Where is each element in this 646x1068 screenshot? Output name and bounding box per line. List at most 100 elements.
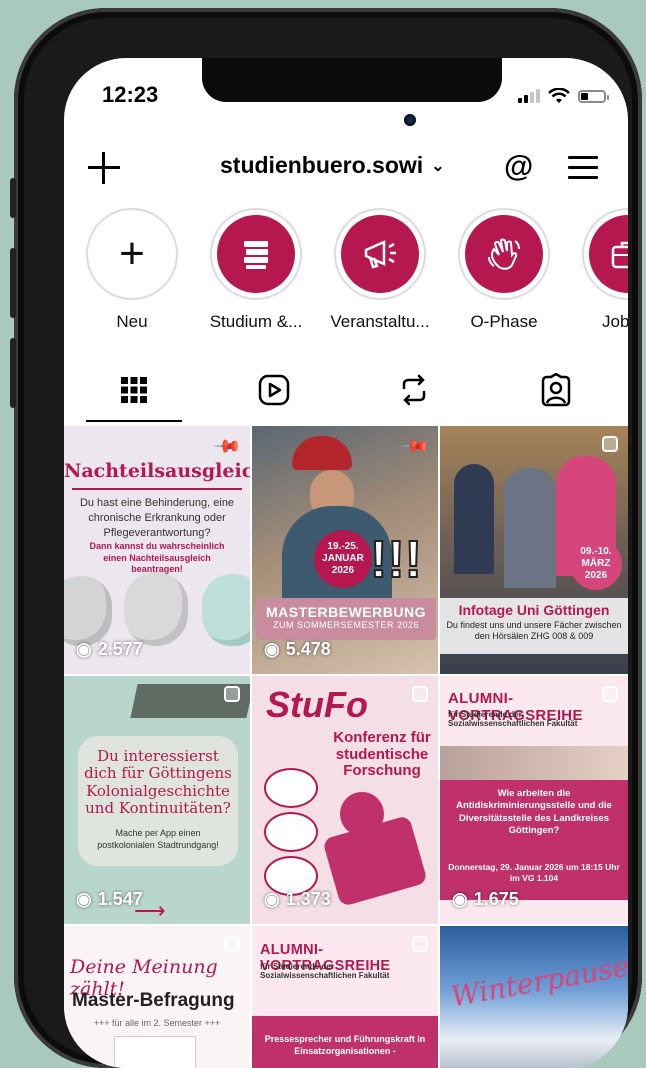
highlight-label: Neu (116, 312, 148, 331)
info-bubble (264, 768, 318, 808)
multi-post-icon (224, 936, 240, 952)
post-text: Wie arbeiten die Antidiskriminierungsste… (456, 788, 612, 837)
content-box: Wie arbeiten die Antidiskriminierungsste… (440, 780, 628, 900)
status-icons (518, 88, 609, 104)
date-badge: 09.-10. MÄRZ 2026 (570, 538, 622, 590)
post-text: Du findest uns und unsere Fächer zwische… (446, 620, 622, 641)
post-tile[interactable]: StuFo Konferenz für studentische Forschu… (252, 676, 438, 924)
highlight-label: O-Phase (470, 312, 538, 331)
post-title: Winterpause (448, 949, 628, 1014)
create-post-button[interactable] (88, 150, 124, 186)
threads-icon[interactable]: @ (504, 150, 533, 184)
reposts-icon (402, 374, 426, 406)
signal-icon (518, 89, 540, 103)
multi-post-icon (412, 686, 428, 702)
post-subtitle: Master-Befragung (72, 990, 235, 1011)
waving-hand-icon (488, 238, 520, 270)
brain-image (124, 572, 188, 646)
post-tile[interactable]: Winterpause (440, 926, 628, 1068)
post-title: Infotage Uni Göttingen (458, 602, 610, 618)
tagged-icon (541, 373, 571, 407)
post-tile[interactable]: Deine Meinung zählt! Master-Befragung ++… (64, 926, 250, 1068)
profile-tabs (64, 358, 628, 424)
multi-post-icon (602, 436, 618, 452)
phone-screen: 12:23 studienbuero.sowi ⌄ @ + Neu Studiu… (64, 58, 628, 1068)
pin-icon: 📌 (400, 431, 431, 462)
wifi-icon (548, 88, 570, 103)
highlight-label: Veranstaltu... (330, 312, 430, 331)
mute-switch (10, 178, 16, 218)
status-time: 12:23 (102, 82, 159, 107)
post-text: Pressesprecher und Führungskraft in Eins… (264, 1034, 426, 1056)
chevron-down-icon: ⌄ (431, 157, 445, 175)
brain-image (202, 574, 250, 646)
battery-icon (578, 89, 609, 103)
views-icon: ◉ (76, 889, 92, 909)
post-subtitle: für Studierende der Sozialwissenschaftli… (260, 962, 390, 980)
title-box: MASTERBEWERBUNG ZUM SOMMERSEMESTER 2026 (256, 598, 436, 640)
menu-button[interactable] (568, 156, 598, 180)
view-count: ◉ 1.675 (452, 889, 519, 909)
views-icon: ◉ (264, 889, 280, 909)
person-image (454, 464, 494, 574)
title-box: Infotage Uni Göttingen Du findest uns un… (440, 598, 628, 654)
view-count: ◉ 2.577 (76, 639, 143, 659)
post-subtext: Dann kannst du wahrscheinlich einen Nach… (89, 541, 225, 575)
post-text: Mache per App einen postkolonialen Stadt… (97, 828, 219, 850)
post-subtitle: für Studierende der Sozialwissenschaftli… (448, 710, 578, 728)
highlight-veranstaltungen[interactable]: Veranstaltu... (330, 208, 430, 332)
views-icon: ◉ (76, 639, 92, 659)
person-image (504, 468, 556, 588)
status-bar: 12:23 (64, 58, 628, 136)
tab-reposts[interactable] (394, 372, 434, 408)
post-tile[interactable]: 09.-10. MÄRZ 2026 Infotage Uni Göttingen… (440, 426, 628, 674)
highlight-label: Studium &... (209, 312, 303, 331)
hat-image (292, 436, 352, 470)
post-title: Du interessierst dich für Göttingens Kol… (84, 747, 232, 817)
pin-icon: 📌 (212, 431, 243, 462)
multi-post-icon (224, 686, 240, 702)
post-title: Nachteilsausgleich (64, 460, 250, 482)
tab-posts[interactable] (114, 372, 154, 408)
post-subtitle: Konferenz für studentische Forschung (333, 729, 431, 779)
brain-image (64, 576, 112, 646)
tab-reels[interactable] (254, 372, 294, 408)
view-count: ◉ 5.478 (264, 639, 331, 659)
figure-graphic (322, 814, 428, 908)
reels-icon (258, 374, 290, 406)
post-tile[interactable]: 19.-25. JANUAR 2026 !!! MASTERBEWERBUNG … (252, 426, 438, 674)
post-tile[interactable]: Nachteilsausgleich Du hast eine Behinder… (64, 426, 250, 674)
highlight-label: Jobs & (602, 312, 628, 331)
post-title: StuFo (266, 684, 368, 725)
post-tile[interactable]: ALUMNI- VORTRAGSREIHE für Studierende de… (252, 926, 438, 1068)
views-icon: ◉ (452, 889, 468, 909)
post-date: Donnerstag, 29. Januar 2026 um 18:15 Uhr… (448, 862, 620, 884)
profile-header: studienbuero.sowi ⌄ @ (64, 146, 628, 196)
volume-down-button (10, 338, 16, 408)
post-text: +++ für alle im 2. Semester +++ (93, 1018, 221, 1028)
divider (72, 488, 242, 490)
post-tile[interactable]: Du interessierst dich für Göttingens Kol… (64, 676, 250, 924)
multi-post-icon (412, 936, 428, 952)
post-tile[interactable]: ALUMNI- VORTRAGSREIHE für Studierende de… (440, 676, 628, 924)
volume-up-button (10, 248, 16, 318)
story-highlights: + Neu Studium &... Veranstaltu... O-Phas… (64, 208, 628, 338)
multi-post-icon (602, 686, 618, 702)
highlight-jobs[interactable]: Jobs & (578, 208, 628, 332)
tab-tagged[interactable] (536, 372, 576, 408)
highlight-new[interactable]: + Neu (82, 208, 182, 332)
books-icon (244, 241, 268, 269)
highlight-o-phase[interactable]: O-Phase (454, 208, 554, 332)
screenshot-image (114, 1036, 196, 1068)
view-count: ◉ 1.547 (76, 889, 143, 909)
plus-icon: + (119, 229, 145, 278)
briefcase-icon (611, 241, 628, 269)
grid-icon (121, 377, 147, 403)
post-title: MASTERBEWERBUNG (266, 604, 426, 620)
megaphone-icon (364, 240, 396, 269)
post-subtitle: ZUM SOMMERSEMESTER 2026 (272, 620, 420, 630)
post-text: Du hast eine Behinderung, eine chronisch… (79, 497, 235, 539)
account-switcher[interactable]: studienbuero.sowi ⌄ (220, 152, 445, 179)
info-bubble (264, 812, 318, 852)
highlight-studium[interactable]: Studium &... (206, 208, 306, 332)
